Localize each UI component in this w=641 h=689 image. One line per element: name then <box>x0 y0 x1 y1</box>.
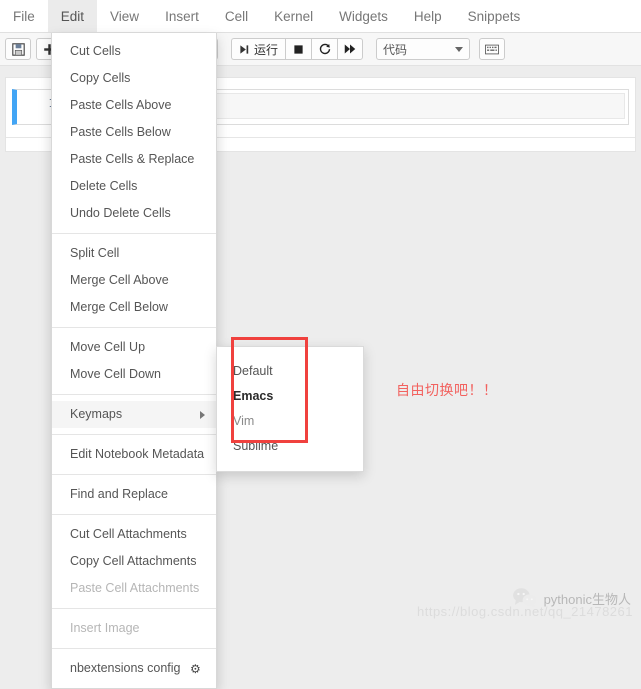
menu-option-undo-delete-cells[interactable]: Undo Delete Cells <box>52 200 216 227</box>
keymap-option-emacs[interactable]: Emacs <box>217 384 363 409</box>
keymap-option-default[interactable]: Default <box>217 359 363 384</box>
menu-option-keymaps[interactable]: Keymaps <box>52 401 216 428</box>
command-palette-button[interactable] <box>479 38 506 60</box>
chevron-right-icon <box>200 410 205 419</box>
menu-option-find-and-replace[interactable]: Find and Replace <box>52 481 216 508</box>
cell-type-value: 代码 <box>383 42 408 57</box>
run-icon <box>240 44 249 54</box>
interrupt-kernel-button[interactable] <box>285 38 312 60</box>
edit-dropdown-menu: Cut Cells Copy Cells Paste Cells Above P… <box>51 33 217 689</box>
stop-square-icon <box>294 44 303 54</box>
wechat-icon <box>512 588 537 608</box>
menu-item-view[interactable]: View <box>97 0 152 32</box>
keymap-option-sublime[interactable]: Sublime <box>217 434 363 459</box>
menu-option-copy-cells[interactable]: Copy Cells <box>52 65 216 92</box>
menu-item-help[interactable]: Help <box>401 0 455 32</box>
save-button[interactable] <box>5 38 31 60</box>
save-floppy-icon <box>11 42 25 56</box>
menu-option-keymaps-label: Keymaps <box>70 407 123 421</box>
menu-separator <box>52 608 216 609</box>
toolbar-group-run: 运行 <box>231 38 368 60</box>
menu-option-edit-notebook-metadata[interactable]: Edit Notebook Metadata <box>52 441 216 468</box>
menu-item-widgets[interactable]: Widgets <box>326 0 401 32</box>
restart-kernel-button[interactable] <box>311 38 338 60</box>
run-cell-button[interactable]: 运行 <box>231 38 286 60</box>
menu-item-file[interactable]: File <box>0 0 48 32</box>
menu-option-move-cell-down[interactable]: Move Cell Down <box>52 361 216 388</box>
menu-item-edit[interactable]: Edit <box>47 0 98 32</box>
menu-option-nbextensions-config[interactable]: nbextensions config ⚙ <box>52 655 216 683</box>
menu-separator <box>52 434 216 435</box>
fast-forward-icon <box>344 44 356 54</box>
menu-option-cut-cell-attachments[interactable]: Cut Cell Attachments <box>52 521 216 548</box>
menu-separator <box>52 474 216 475</box>
menu-item-snippets[interactable]: Snippets <box>455 0 534 32</box>
menu-separator <box>52 514 216 515</box>
menu-option-paste-cells-replace[interactable]: Paste Cells & Replace <box>52 146 216 173</box>
wechat-account-name: pythonic生物人 <box>543 591 631 607</box>
menu-option-insert-image: Insert Image <box>70 621 140 635</box>
menu-option-delete-cells[interactable]: Delete Cells <box>52 173 216 200</box>
menu-option-copy-cell-attachments[interactable]: Copy Cell Attachments <box>52 548 216 575</box>
menu-separator <box>52 327 216 328</box>
keyboard-icon <box>485 44 499 54</box>
menu-separator <box>52 394 216 395</box>
wechat-badge: pythonic生物人 <box>512 587 631 609</box>
menu-option-split-cell[interactable]: Split Cell <box>52 240 216 267</box>
gear-icon: ⚙ <box>189 662 201 676</box>
menu-separator <box>52 233 216 234</box>
menu-option-merge-cell-above[interactable]: Merge Cell Above <box>52 267 216 294</box>
chevron-down-icon <box>455 46 464 52</box>
menu-item-insert[interactable]: Insert <box>152 0 212 32</box>
annotation-text: 自由切换吧！！ <box>396 382 498 398</box>
menu-separator <box>52 648 216 649</box>
menu-bar: File Edit View Insert Cell Kernel Widget… <box>0 0 641 33</box>
menu-option-merge-cell-below[interactable]: Merge Cell Below <box>52 294 216 321</box>
run-cell-label: 运行 <box>254 42 279 57</box>
menu-item-kernel[interactable]: Kernel <box>261 0 326 32</box>
restart-and-run-all-button[interactable] <box>337 38 364 60</box>
menu-option-paste-cell-attachments: Paste Cell Attachments <box>70 581 200 595</box>
cell-type-select[interactable]: 代码 <box>376 38 471 60</box>
menu-option-paste-cells-below[interactable]: Paste Cells Below <box>52 119 216 146</box>
menu-option-move-cell-up[interactable]: Move Cell Up <box>52 334 216 361</box>
restart-circle-arrow-icon <box>319 43 330 55</box>
keymap-option-vim[interactable]: Vim <box>217 409 363 434</box>
menu-option-nbextensions-label: nbextensions config <box>70 661 181 675</box>
menu-option-paste-cells-above[interactable]: Paste Cells Above <box>52 92 216 119</box>
menu-option-cut-cells[interactable]: Cut Cells <box>52 38 216 65</box>
keymaps-submenu: Default Emacs Vim Sublime <box>216 346 364 472</box>
menu-item-cell[interactable]: Cell <box>212 0 261 32</box>
